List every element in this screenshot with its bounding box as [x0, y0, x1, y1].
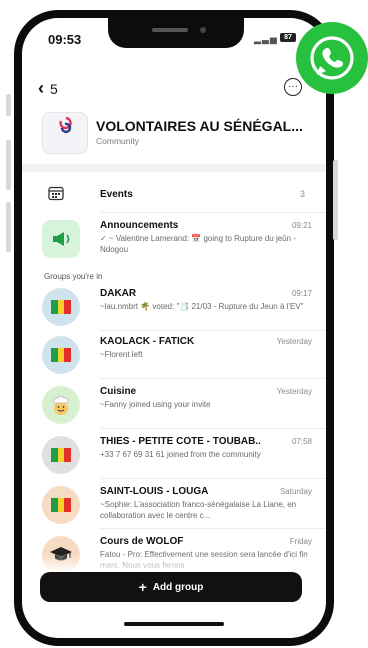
- group-preview: ~lau.nmbrt 🌴 voted: "📑 21/03 - Rupture d…: [100, 302, 304, 311]
- group-preview: ~Fanny joined using your invite: [100, 400, 211, 409]
- group-row-dakar[interactable]: DAKAR 09:17 ~lau.nmbrt 🌴 voted: "📑 21/03…: [22, 284, 326, 330]
- announcements-time: 09:21: [291, 221, 312, 230]
- chevron-left-icon: ‹: [38, 78, 44, 98]
- announcements-row[interactable]: Announcements 09:21 ✓ ~ Valentine Lamera…: [22, 216, 326, 262]
- volume-up-button: [6, 140, 11, 190]
- community-logo: [42, 112, 88, 154]
- community-subtitle: Community: [96, 136, 139, 146]
- calendar-icon: [48, 186, 64, 201]
- group-title: DAKAR: [100, 288, 137, 299]
- divider: [100, 212, 326, 213]
- phone-frame: 09:53 ▂▃▅ ◠ 87 ‹ 5 ··· VOLONTAIRES AU SÉ…: [6, 10, 338, 646]
- groups-section-label: Groups you're in: [44, 272, 103, 281]
- whatsapp-logo-icon: [296, 22, 368, 94]
- group-row-thies[interactable]: THIES - PETITE CÔTE - TOUBAB... 07:58 +3…: [22, 432, 326, 478]
- community-header[interactable]: VOLONTAIRES AU SÉNÉGAL... Community: [22, 108, 326, 160]
- megaphone-icon: [42, 220, 80, 258]
- announcements-title: Announcements: [100, 220, 179, 231]
- mute-switch: [6, 94, 11, 116]
- section-divider: [22, 164, 326, 172]
- group-time: Friday: [289, 537, 312, 546]
- group-time: Yesterday: [276, 387, 312, 396]
- back-button[interactable]: ‹ 5: [38, 78, 58, 99]
- group-time: Saturday: [279, 487, 312, 496]
- battery-icon: 87: [280, 33, 296, 42]
- senegal-flag-icon: [42, 336, 80, 374]
- divider: [100, 330, 326, 331]
- group-title: KAOLACK - FATICK: [100, 336, 195, 347]
- senegal-flag-icon: [42, 288, 80, 326]
- group-title: Cours de WOLOF: [100, 536, 184, 547]
- status-time: 09:53: [48, 32, 82, 47]
- divider: [100, 528, 326, 529]
- group-title: Cuisine: [100, 386, 137, 397]
- phone-screen: 09:53 ▂▃▅ ◠ 87 ‹ 5 ··· VOLONTAIRES AU SÉ…: [22, 18, 326, 638]
- add-group-label: Add group: [152, 581, 204, 593]
- dynamic-notch: [108, 18, 244, 48]
- group-row-cuisine[interactable]: Cuisine Yesterday ~Fanny joined using yo…: [22, 382, 326, 428]
- list-fade: [22, 554, 326, 574]
- plus-icon: +: [138, 579, 147, 595]
- home-indicator: [124, 622, 224, 626]
- add-group-button[interactable]: + Add group: [40, 572, 302, 602]
- chef-icon: [42, 386, 80, 424]
- divider: [100, 478, 326, 479]
- power-button: [333, 160, 338, 240]
- more-options-icon[interactable]: ···: [284, 78, 302, 96]
- divider: [100, 378, 326, 379]
- back-count: 5: [50, 80, 58, 97]
- community-title: VOLONTAIRES AU SÉNÉGAL...: [96, 118, 303, 134]
- senegal-flag-icon: [42, 436, 80, 474]
- group-time: 09:17: [291, 289, 312, 298]
- group-time: Yesterday: [276, 337, 312, 346]
- group-time: 07:58: [291, 437, 312, 446]
- divider: [100, 428, 326, 429]
- group-preview: ~Florent left: [100, 350, 143, 359]
- events-row[interactable]: Events 3: [22, 176, 326, 212]
- events-count: 3: [300, 189, 306, 199]
- events-label: Events: [100, 189, 133, 200]
- senegal-flag-icon: [42, 486, 80, 524]
- group-preview: +33 7 67 69 31 61 joined from the commun…: [100, 450, 261, 459]
- group-row-kaolack[interactable]: KAOLACK - FATICK Yesterday ~Florent left: [22, 332, 326, 378]
- group-title: THIES - PETITE CÔTE - TOUBAB...: [100, 436, 260, 447]
- group-title: SAINT-LOUIS - LOUGA: [100, 486, 209, 497]
- announcements-preview: ✓ ~ Valentine Lamerand: 📅 going to Ruptu…: [100, 234, 296, 254]
- group-row-saint-louis[interactable]: SAINT-LOUIS - LOUGA Saturday ~Sophie: L'…: [22, 482, 326, 528]
- volume-down-button: [6, 202, 11, 252]
- nav-bar: ‹ 5 ···: [22, 74, 326, 104]
- group-preview: ~Sophie: L'association franco-sénégalais…: [100, 500, 297, 520]
